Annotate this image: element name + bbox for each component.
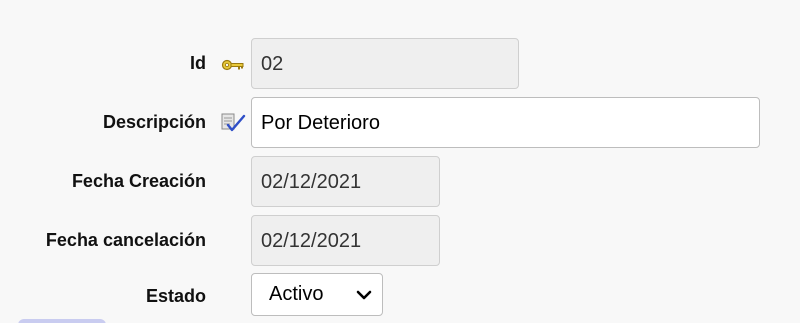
fecha-creacion-field: 02/12/2021 — [251, 156, 440, 207]
fecha-creacion-label: Fecha Creación — [71, 171, 206, 191]
required-check-icon — [220, 112, 246, 134]
estado-selected-value: Activo — [269, 283, 324, 305]
fecha-cancelacion-field: 02/12/2021 — [251, 215, 440, 266]
id-value: 02 — [261, 52, 284, 75]
descripcion-input[interactable]: Por Deterioro — [251, 97, 760, 148]
action-button[interactable] — [18, 319, 106, 323]
id-label: Id — [190, 53, 206, 73]
estado-label: Estado — [145, 286, 206, 306]
key-icon — [220, 54, 246, 76]
descripcion-label: Descripción — [102, 112, 206, 132]
fecha-cancelacion-label: Fecha cancelación — [45, 230, 206, 250]
fecha-cancelacion-value: 02/12/2021 — [261, 229, 362, 252]
record-form: Id 02 Descripción Por Deterioro Fecha Cr… — [0, 0, 800, 323]
fecha-creacion-value: 02/12/2021 — [261, 170, 362, 193]
id-field: 02 — [251, 38, 519, 89]
descripcion-value: Por Deterioro — [261, 111, 380, 134]
chevron-down-icon — [356, 286, 372, 302]
estado-select[interactable]: Activo — [251, 273, 383, 316]
